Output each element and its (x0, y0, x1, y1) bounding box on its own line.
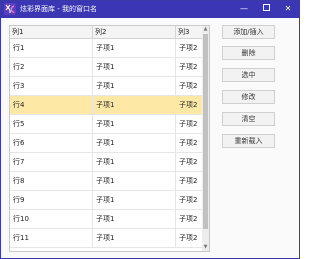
delete-button[interactable]: 删除 (222, 46, 275, 60)
xc-logo-icon (4, 3, 16, 15)
vertical-scroll-thumb[interactable] (203, 34, 208, 229)
table-cell: 行8 (10, 172, 93, 190)
table-row[interactable]: 行3 子项1 子项2 (10, 77, 206, 96)
window-title: 炫彩界面库 - 我的窗口名 (20, 5, 97, 13)
table-cell: 行2 (10, 58, 93, 76)
table-cell: 子项1 (93, 58, 176, 76)
column-header-2[interactable]: 列2 (93, 26, 176, 38)
table-row[interactable]: 行11 子项1 子项2 (10, 229, 206, 248)
list-header: 列1 列2 列3 (10, 26, 202, 39)
table-cell: 子项1 (93, 39, 176, 57)
table-row[interactable]: 行6 子项1 子项2 (10, 134, 206, 153)
table-row[interactable]: 行2 子项1 子项2 (10, 58, 206, 77)
maximize-icon (262, 4, 270, 11)
app-window: 炫彩界面库 - 我的窗口名 — ✕ 列1 列2 列3 行1 子项1 子项2 行2 子项1… (0, 0, 300, 259)
table-cell: 行4 (10, 96, 93, 114)
table-cell: 子项1 (93, 77, 176, 95)
table-cell: 子项1 (93, 210, 176, 228)
table-cell: 子项1 (93, 153, 176, 171)
close-button[interactable]: ✕ (277, 1, 299, 18)
table-row[interactable]: 行7 子项1 子项2 (10, 153, 206, 172)
table-row[interactable]: 行10 子项1 子项2 (10, 210, 206, 229)
table-cell: 子项1 (93, 229, 176, 247)
select-button[interactable]: 选中 (222, 68, 275, 82)
table-cell: 行5 (10, 115, 93, 133)
table-cell: 行1 (10, 39, 93, 57)
modify-button[interactable]: 修改 (222, 90, 275, 104)
table-cell: 子项1 (93, 96, 176, 114)
list-view[interactable]: 列1 列2 列3 行1 子项1 子项2 行2 子项1 子项2 行3 子项1 子项2 行4 子项1 子项… (9, 25, 210, 252)
maximize-button[interactable] (255, 1, 277, 18)
table-cell: 行11 (10, 229, 93, 247)
table-cell: 行7 (10, 153, 93, 171)
title-bar[interactable]: 炫彩界面库 - 我的窗口名 — ✕ (1, 1, 299, 18)
table-cell: 行10 (10, 210, 93, 228)
table-cell: 子项1 (93, 115, 176, 133)
minimize-button[interactable]: — (233, 1, 255, 18)
table-row[interactable]: 行5 子项1 子项2 (10, 115, 206, 134)
table-row[interactable]: 行1 子项1 子项2 (10, 39, 206, 58)
table-cell: 行6 (10, 134, 93, 152)
column-header-1[interactable]: 列1 (10, 26, 93, 38)
vertical-scrollbar[interactable]: ▲ ▼ (202, 26, 209, 251)
table-cell: 子项1 (93, 134, 176, 152)
table-cell: 行9 (10, 191, 93, 209)
table-row[interactable]: 行8 子项1 子项2 (10, 172, 206, 191)
reload-button[interactable]: 重新载入 (222, 134, 275, 148)
scroll-up-arrow-icon[interactable]: ▲ (202, 26, 209, 33)
add-insert-button[interactable]: 添加/插入 (222, 25, 275, 39)
table-cell: 子项1 (93, 191, 176, 209)
table-row[interactable]: 行9 子项1 子项2 (10, 191, 206, 210)
table-cell: 行3 (10, 77, 93, 95)
scroll-down-arrow-icon[interactable]: ▼ (202, 244, 209, 251)
table-cell: 子项1 (93, 172, 176, 190)
clear-button[interactable]: 清空 (222, 112, 275, 126)
table-row[interactable]: 行4 子项1 子项2 (10, 96, 206, 115)
